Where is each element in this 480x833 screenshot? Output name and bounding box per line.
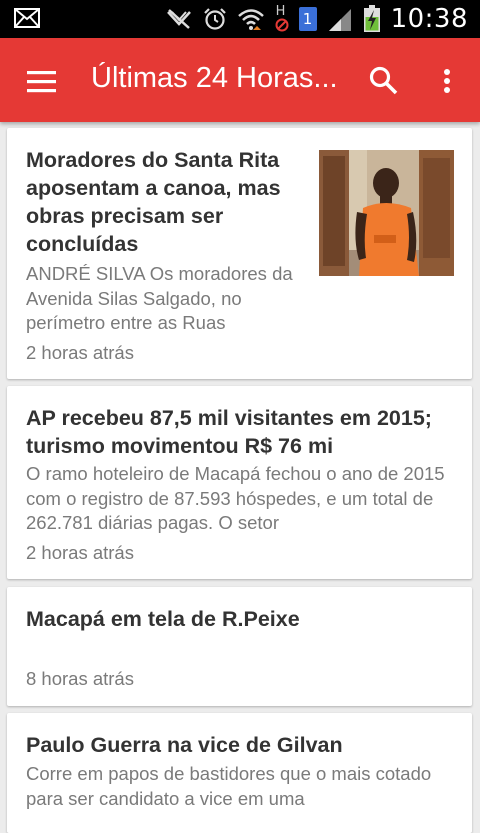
article-time: 8 horas atrás [26,668,134,689]
article-card[interactable]: AP recebeu 87,5 mil visitantes em 2015; … [7,386,472,579]
sim1-icon: 1 [298,7,317,31]
app-title: Últimas 24 Horas... [91,62,338,94]
more-vert-icon [444,69,450,93]
mail-icon [14,8,40,28]
battery-charging-icon [363,5,380,32]
article-time: 2 horas atrás [26,542,134,563]
no-signal-icon [166,9,191,29]
system-icons: H 1 10:38 [165,0,468,38]
more-options-button[interactable] [436,62,458,98]
clock: 10:38 [390,4,468,34]
data-type-label: H [275,4,286,19]
app-bar: Últimas 24 Horas... [0,38,480,122]
article-thumbnail [319,150,454,276]
alarm-icon [203,8,226,30]
article-card[interactable]: Paulo Guerra na vice de Gilvan Corre em … [7,713,472,833]
menu-button[interactable] [22,64,62,96]
article-headline: AP recebeu 87,5 mil visitantes em 2015; … [26,406,432,458]
menu-icon [27,71,56,93]
article-headline: Macapá em tela de R.Peixe [26,607,300,631]
article-card[interactable]: Macapá em tela de R.Peixe 8 horas atrás [7,587,472,706]
search-button[interactable] [366,62,402,98]
article-time: 2 horas atrás [26,342,134,363]
notification-area [14,8,40,33]
cell-signal-icon [328,9,351,31]
article-summary: Corre em papos de bastidores que o mais … [26,763,432,809]
article-summary: ANDRÉ SILVA Os moradores da Avenida Sila… [26,263,293,333]
article-card[interactable]: Moradores do Santa Rita aposentam a cano… [7,128,472,379]
article-summary: O ramo hoteleiro de Macapá fechou o ano … [26,463,445,533]
h-data-icon: H [275,4,289,34]
search-icon [369,66,398,95]
article-headline: Paulo Guerra na vice de Gilvan [26,733,343,757]
article-headline: Moradores do Santa Rita aposentam a cano… [26,148,281,256]
sim-label: 1 [302,10,313,28]
wifi-icon [237,9,264,30]
status-bar: H 1 10:38 [0,0,480,38]
